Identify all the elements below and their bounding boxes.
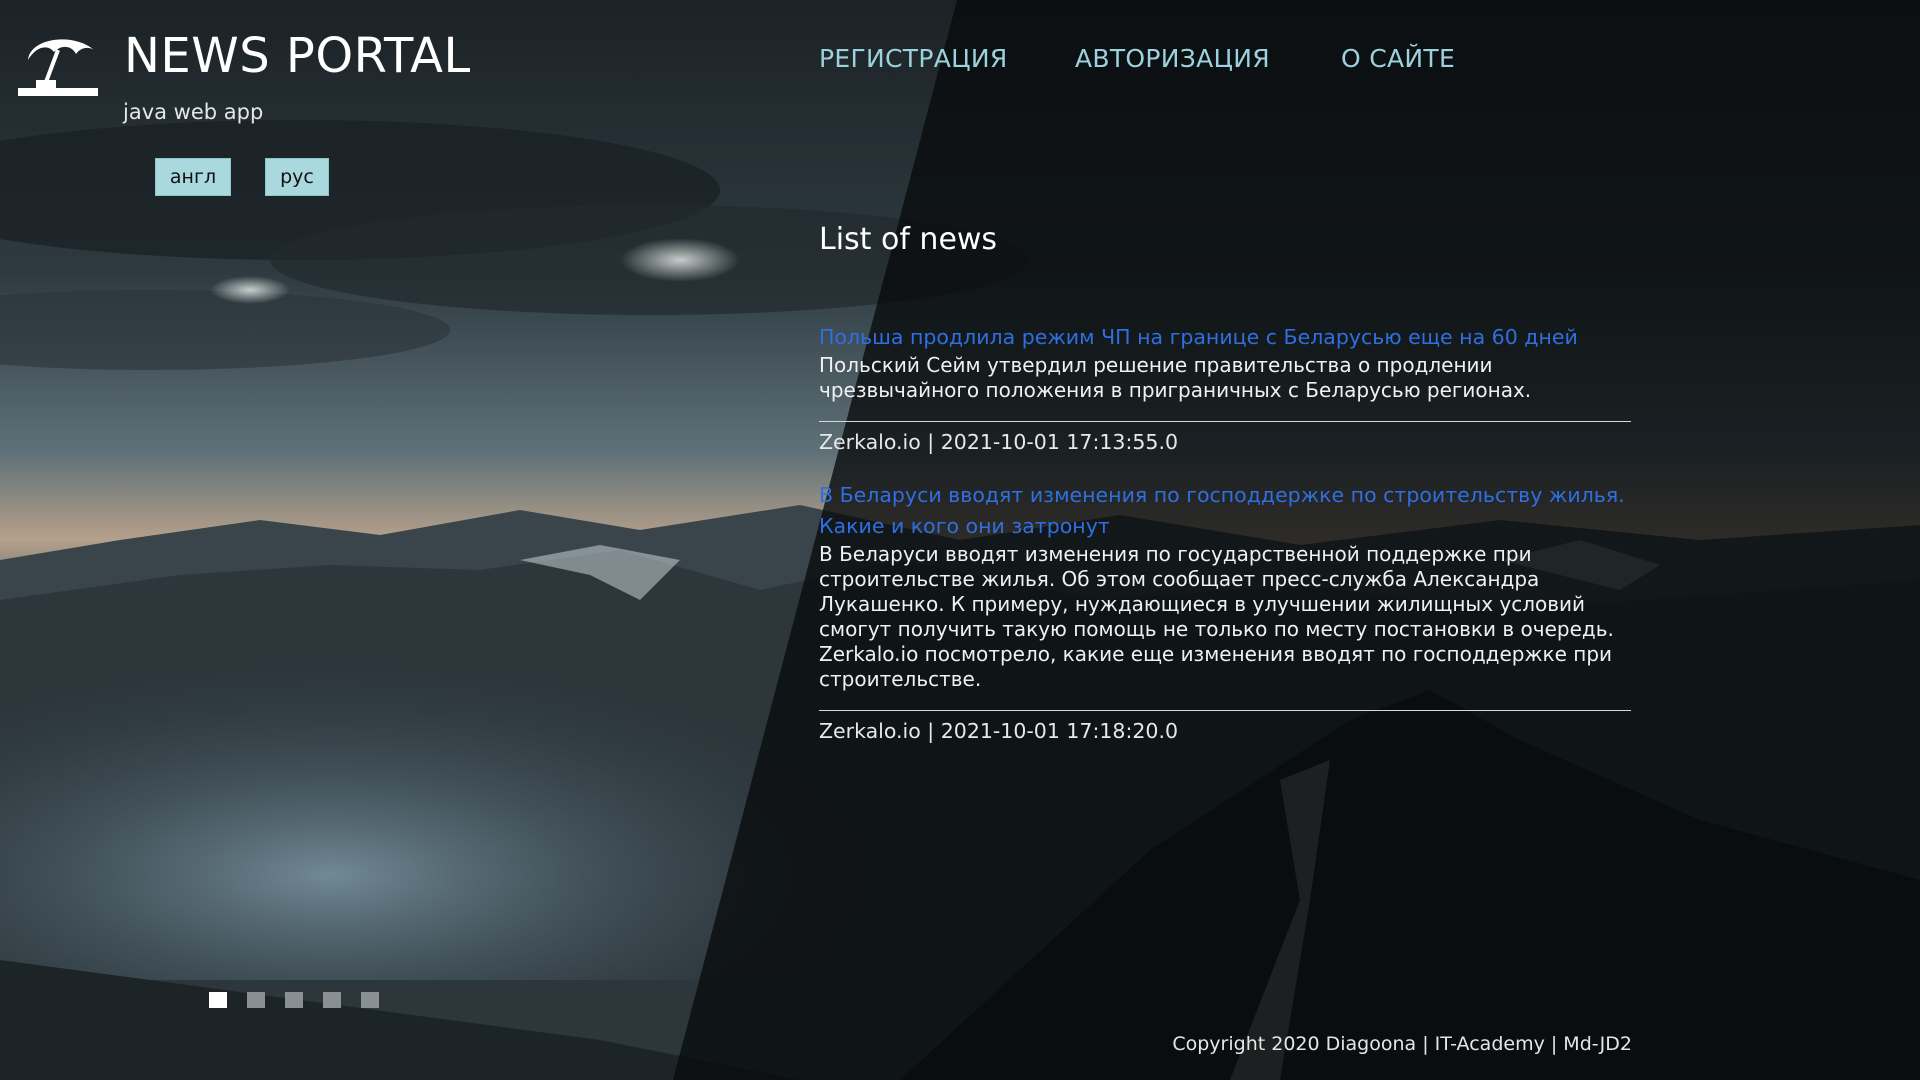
nav-authorization-link[interactable]: АВТОРИЗАЦИЯ — [1075, 44, 1270, 73]
site-subtitle: java web app — [123, 100, 264, 124]
slider-dot-5[interactable] — [361, 992, 379, 1008]
news-item: Польша продлила режим ЧП на границе с Бе… — [819, 322, 1631, 456]
language-english-button[interactable]: англ — [155, 158, 231, 196]
slider-dot-4[interactable] — [323, 992, 341, 1008]
nav-about-link[interactable]: О САЙТЕ — [1341, 44, 1455, 73]
news-divider — [819, 710, 1631, 711]
news-brief: В Беларуси вводят изменения по государст… — [819, 542, 1614, 691]
news-list: Польша продлила режим ЧП на границе с Бе… — [819, 322, 1631, 769]
slider-dot-2[interactable] — [247, 992, 265, 1008]
site-title: NEWS PORTAL — [124, 28, 471, 84]
footer-copyright: Copyright 2020 Diagoona | IT-Academy | M… — [1172, 1033, 1632, 1055]
nav-registration-link[interactable]: РЕГИСТРАЦИЯ — [819, 44, 1008, 73]
news-meta: Zerkalo.io | 2021-10-01 17:18:20.0 — [819, 719, 1179, 743]
slider-dot-1[interactable] — [209, 992, 227, 1008]
umbrella-icon — [18, 39, 98, 96]
news-divider — [819, 421, 1631, 422]
slider-dots — [209, 992, 379, 1008]
language-russian-button[interactable]: рус — [265, 158, 329, 196]
news-meta: Zerkalo.io | 2021-10-01 17:13:55.0 — [819, 430, 1179, 454]
news-title-link[interactable]: Польша продлила режим ЧП на границе с Бе… — [819, 322, 1631, 353]
news-title-link[interactable]: В Беларуси вводят изменения по господдер… — [819, 480, 1631, 542]
news-list-heading: List of news — [819, 222, 998, 257]
slider-dot-3[interactable] — [285, 992, 303, 1008]
news-brief: Польский Сейм утвердил решение правитель… — [819, 353, 1532, 402]
news-item: В Беларуси вводят изменения по господдер… — [819, 480, 1631, 745]
